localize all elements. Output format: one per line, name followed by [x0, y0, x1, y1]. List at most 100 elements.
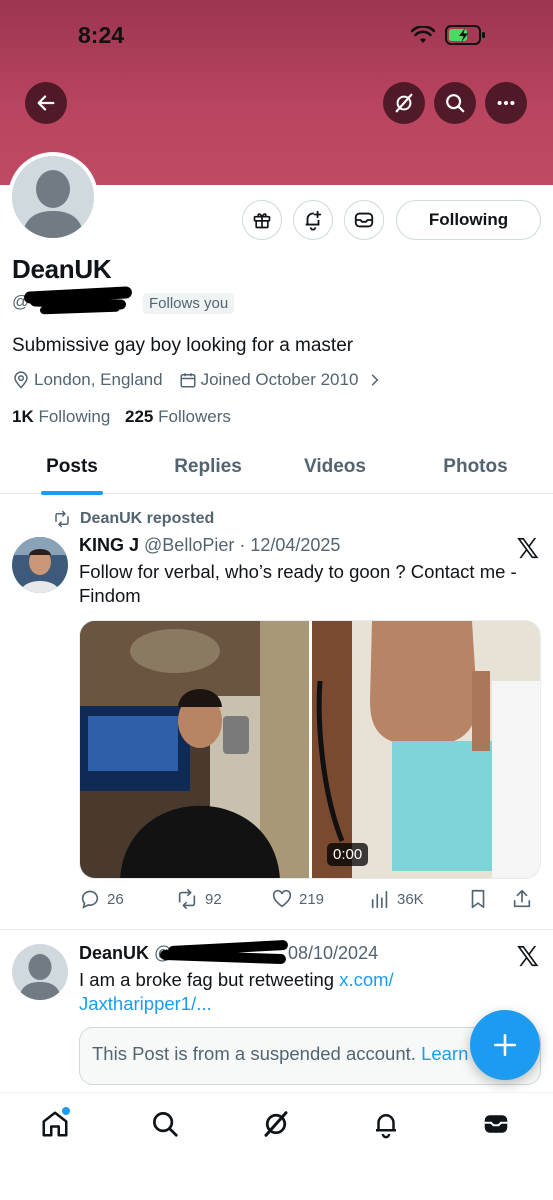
- location-pin-icon: [14, 371, 28, 389]
- followers-count-link[interactable]: 225 Followers: [125, 407, 231, 426]
- post-author-name[interactable]: DeanUK: [79, 943, 149, 963]
- heart-icon: [272, 889, 292, 908]
- bottom-navigation: [0, 1092, 553, 1200]
- post-author-handle[interactable]: @BelloPier: [144, 535, 234, 555]
- views-button[interactable]: 36K: [369, 888, 467, 910]
- nav-grok[interactable]: [259, 1107, 293, 1141]
- following-count-link[interactable]: 1K Following: [12, 407, 110, 426]
- reply-count: 26: [107, 890, 124, 908]
- post-media[interactable]: 0:00: [79, 620, 541, 879]
- joined-text: Joined October 2010: [200, 370, 359, 389]
- post-text: Follow for verbal, who’s ready to goon ?…: [79, 561, 517, 606]
- reply-button[interactable]: 26: [79, 888, 175, 910]
- nav-messages[interactable]: [479, 1107, 513, 1141]
- default-avatar-icon: [12, 156, 94, 238]
- view-count: 36K: [397, 890, 424, 908]
- follow-counts: 1K Following 225 Followers: [12, 407, 231, 427]
- search-icon: [446, 94, 465, 113]
- post-author-avatar[interactable]: [12, 944, 68, 1000]
- display-name: DeanUK: [12, 254, 112, 284]
- share-icon: [513, 889, 531, 908]
- post-date: · 12/04/2025: [239, 535, 341, 555]
- follows-you-badge: Follows you: [143, 293, 235, 314]
- bookmark-icon: [471, 889, 485, 909]
- following-button[interactable]: Following: [396, 200, 541, 240]
- reply-icon: [81, 890, 99, 909]
- arrow-left-icon: [37, 95, 55, 111]
- compose-button[interactable]: [470, 1010, 540, 1080]
- tab-replies[interactable]: Replies: [144, 440, 272, 494]
- following-count: 1K: [12, 407, 34, 426]
- media-video[interactable]: [312, 621, 540, 878]
- repost-label: DeanUK reposted: [80, 510, 215, 527]
- battery-charging-icon: [445, 25, 485, 45]
- grok-icon: [395, 93, 413, 113]
- envelope-icon: [354, 212, 374, 228]
- joined-date[interactable]: Joined October 2010: [179, 370, 383, 390]
- message-button[interactable]: [344, 200, 384, 240]
- search-button[interactable]: [434, 82, 476, 124]
- post-actions: 26 92 219 36K: [79, 888, 541, 910]
- following-label: Following: [38, 407, 111, 426]
- back-button[interactable]: [25, 82, 67, 124]
- video-duration: 0:00: [327, 843, 369, 866]
- tab-photos[interactable]: Photos: [398, 440, 553, 494]
- post-header: KING J @BelloPier · 12/04/2025: [79, 535, 340, 556]
- repost-button[interactable]: 92: [175, 888, 271, 910]
- quote-text: This Post is from a suspended account.: [92, 1043, 422, 1064]
- author-photo: [12, 537, 68, 593]
- search-icon: [153, 1112, 178, 1137]
- grok-button[interactable]: [383, 82, 425, 124]
- repost-indicator: DeanUK reposted: [52, 510, 214, 528]
- repost-icon: [178, 889, 196, 909]
- redaction-scribble: [39, 303, 121, 315]
- bookmark-button[interactable]: [467, 888, 511, 910]
- more-icon: [497, 100, 515, 106]
- media-photo[interactable]: [80, 621, 309, 878]
- nav-notifications[interactable]: [369, 1107, 403, 1141]
- analytics-icon: [371, 890, 388, 909]
- post-divider: [0, 929, 553, 930]
- selfie-photo: [80, 621, 309, 878]
- followers-count: 225: [125, 407, 154, 426]
- notify-button[interactable]: [293, 200, 333, 240]
- like-button[interactable]: 219: [271, 888, 369, 910]
- location: London, England: [12, 370, 163, 390]
- calendar-icon: [180, 373, 196, 388]
- like-count: 219: [299, 890, 325, 908]
- profile-meta: London, England Joined October 2010: [12, 370, 398, 390]
- bell-plus-icon: [305, 210, 322, 231]
- profile-avatar[interactable]: [8, 152, 98, 242]
- chevron-right-icon: [372, 374, 379, 386]
- video-thumbnail: [312, 621, 540, 878]
- nav-home[interactable]: [38, 1107, 72, 1141]
- post-header: DeanUK @: [79, 943, 172, 964]
- profile-tabs: Posts Replies Videos Photos: [0, 440, 553, 494]
- plus-icon: [493, 1033, 517, 1057]
- status-icons: [411, 24, 487, 46]
- more-button[interactable]: [485, 82, 527, 124]
- tab-videos[interactable]: Videos: [272, 440, 398, 494]
- post-link-cont[interactable]: Jaxtharipper1/...: [79, 993, 212, 1014]
- post-date: 08/10/2024: [288, 943, 379, 963]
- nav-search[interactable]: [148, 1107, 182, 1141]
- status-time: 8:24: [78, 22, 125, 48]
- gift-icon: [253, 213, 271, 229]
- repost-count: 92: [205, 890, 222, 908]
- bell-icon: [376, 1114, 396, 1139]
- tab-posts[interactable]: Posts: [0, 440, 144, 494]
- wifi-icon: [411, 26, 435, 43]
- post-link[interactable]: x.com/: [339, 969, 393, 990]
- envelope-icon: [484, 1115, 508, 1133]
- grok-icon: [264, 1111, 288, 1137]
- profile-bio: Submissive gay boy looking for a master: [12, 335, 354, 356]
- post-text: I am a broke fag but retweeting x.com/ J…: [79, 968, 544, 1016]
- post-text-body: I am a broke fag but retweeting: [79, 969, 340, 990]
- redaction-scribble: [159, 949, 287, 965]
- followers-label: Followers: [158, 407, 231, 426]
- post-author-name[interactable]: KING J: [79, 535, 139, 555]
- share-button[interactable]: [511, 888, 535, 910]
- post-author-avatar[interactable]: [12, 537, 68, 593]
- gift-button[interactable]: [242, 200, 282, 240]
- notification-dot: [62, 1107, 70, 1115]
